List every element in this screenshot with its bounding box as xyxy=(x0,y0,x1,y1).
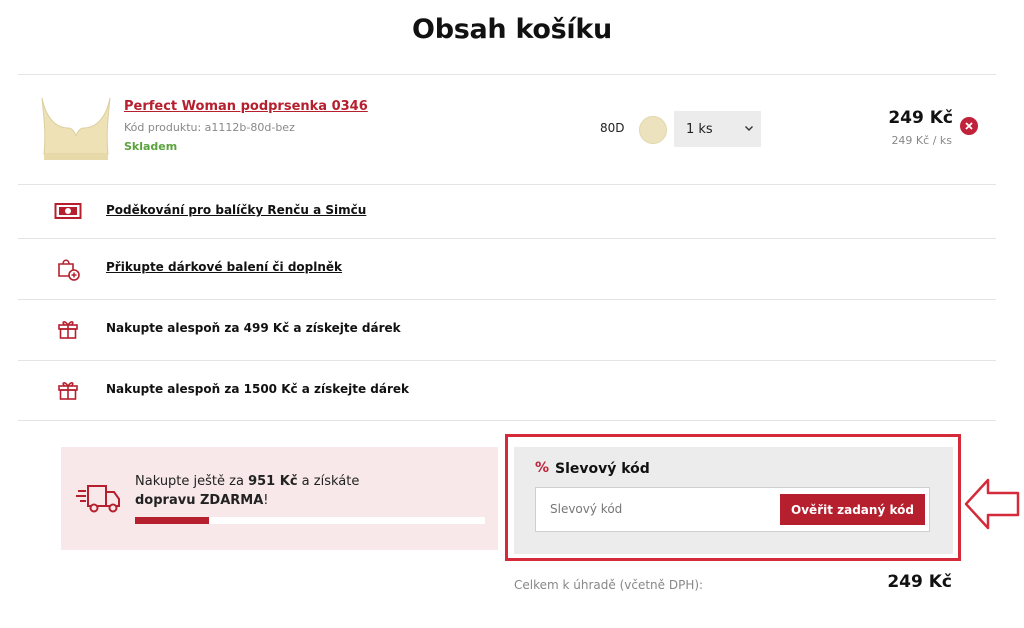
total-label: Celkem k úhradě (včetně DPH): xyxy=(514,578,704,592)
arrow-left-icon xyxy=(964,478,1020,530)
gift-icon xyxy=(54,378,82,402)
divider xyxy=(18,184,996,185)
divider xyxy=(18,299,996,300)
gift-threshold-1500: Nakupte alespoň za 1500 Kč a získejte dá… xyxy=(106,382,409,396)
total-price: 249 Kč xyxy=(887,572,952,592)
delivery-truck-icon xyxy=(76,485,120,513)
divider xyxy=(18,360,996,361)
shipping-progress-fill xyxy=(135,517,209,524)
thank-you-packages-link[interactable]: Poděkování pro balíčky Renču a Simču xyxy=(106,203,366,217)
free-shipping-text: Nakupte ještě za 951 Kč a získáte doprav… xyxy=(135,474,360,508)
gift-icon xyxy=(54,317,82,341)
color-swatch xyxy=(639,116,667,144)
bra-product-image-icon xyxy=(41,97,111,160)
chevron-down-icon xyxy=(745,126,753,131)
product-code: Kód produktu: a1112b-80d-bez xyxy=(124,121,295,134)
page-title: Obsah košíku xyxy=(412,14,612,45)
discount-code-input[interactable] xyxy=(550,497,770,521)
divider xyxy=(18,238,996,239)
price-total: 249 Kč xyxy=(888,108,953,128)
quantity-value: 1 ks xyxy=(686,121,713,137)
discount-title: Slevový kód xyxy=(555,461,650,477)
divider xyxy=(18,74,996,75)
shipping-progress-bar xyxy=(135,517,485,524)
quantity-select[interactable]: 1 ks xyxy=(674,111,761,147)
close-icon xyxy=(965,122,973,130)
gift-wrap-addon-link[interactable]: Přikupte dárkové balení či doplněk xyxy=(106,260,342,274)
percent-icon: % xyxy=(535,460,550,476)
gift-bag-plus-icon xyxy=(54,256,82,281)
banknote-icon xyxy=(54,199,82,223)
price-unit: 249 Kč / ks xyxy=(891,134,952,147)
remove-item-button[interactable] xyxy=(960,117,978,135)
product-name-link[interactable]: Perfect Woman podprsenka 0346 xyxy=(124,99,368,114)
product-image[interactable] xyxy=(34,78,118,178)
stock-status: Skladem xyxy=(124,140,178,153)
verify-code-button[interactable]: Ověřit zadaný kód xyxy=(780,494,925,525)
free-shipping-box: Nakupte ještě za 951 Kč a získáte doprav… xyxy=(61,447,498,550)
gift-threshold-499: Nakupte alespoň za 499 Kč a získejte dár… xyxy=(106,321,401,335)
divider xyxy=(18,420,996,421)
product-size: 80D xyxy=(600,121,625,135)
